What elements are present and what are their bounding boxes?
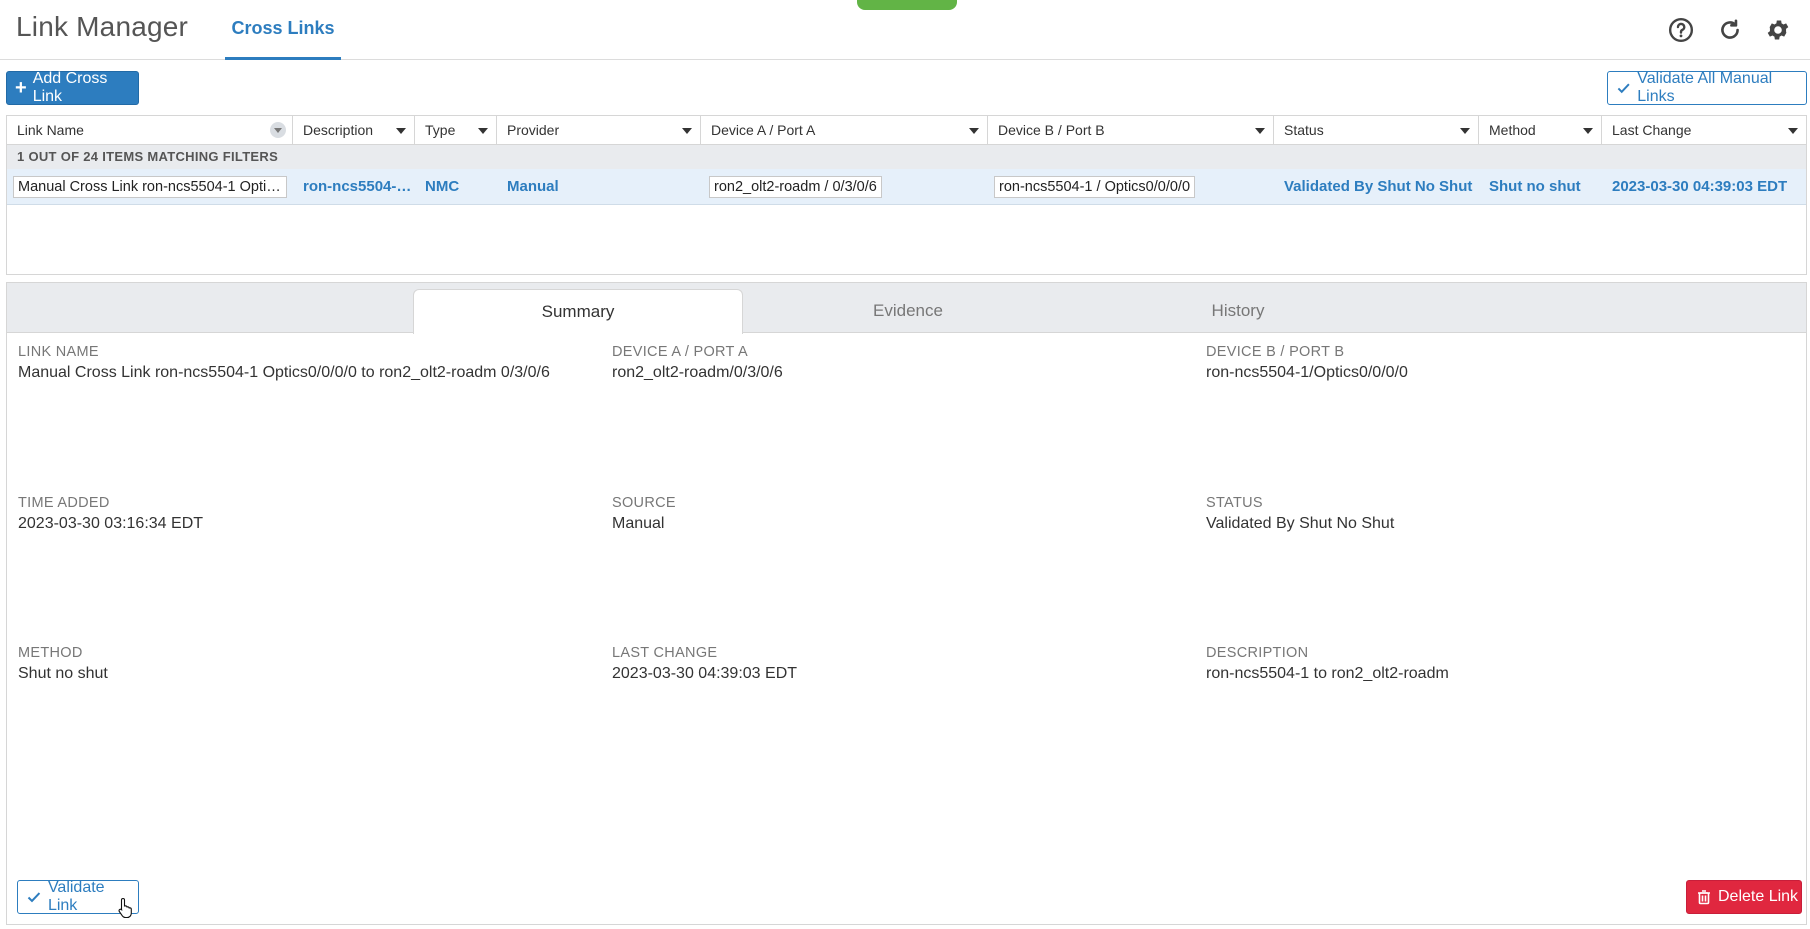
sort-caret-icon (478, 128, 488, 134)
cell-link-name[interactable]: Manual Cross Link ron-ncs5504-1 Optic… (7, 169, 293, 205)
field-value: 2023-03-30 03:16:34 EDT (18, 515, 204, 532)
column-header-provider[interactable]: Provider (497, 116, 701, 145)
tab-cross-links[interactable]: Cross Links (225, 0, 341, 60)
sort-caret-icon (1788, 128, 1798, 134)
field-description: DESCRIPTION ron-ncs5504-1 to ron2_olt2-r… (1206, 645, 1766, 683)
validate-all-manual-links-button[interactable]: Validate All Manual Links (1607, 70, 1807, 105)
add-cross-link-label: Add Cross Link (32, 70, 108, 105)
delete-link-button[interactable]: Delete Link (1686, 880, 1802, 914)
matching-filter-count: 1 OUT OF 24 ITEMS MATCHING FILTERS (7, 145, 1806, 169)
cell-last-change[interactable]: 2023-03-30 04:39:03 EDT (1602, 169, 1806, 205)
delete-link-label: Delete Link (1718, 888, 1799, 905)
sort-caret-icon (682, 128, 692, 134)
cell-device-a[interactable]: ron2_olt2-roadm / 0/3/0/6 (701, 169, 988, 205)
status-indicator (857, 0, 957, 10)
field-label: DEVICE B / PORT B (1206, 344, 1345, 360)
plus-icon: + (15, 77, 27, 99)
cell-status[interactable]: Validated By Shut No Shut (1274, 169, 1479, 205)
cell-provider[interactable]: Manual (497, 169, 701, 205)
field-value: ron-ncs5504-1 to ron2_olt2-roadm (1206, 665, 1449, 682)
column-header-last-change[interactable]: Last Change (1602, 116, 1806, 145)
column-label: Link Name (17, 122, 84, 138)
help-icon[interactable] (1663, 12, 1699, 48)
field-label: TIME ADDED (18, 495, 110, 511)
trash-icon (1698, 890, 1710, 905)
cell-description[interactable]: ron-ncs5504-… (293, 169, 415, 205)
app-title: Link Manager (16, 11, 189, 42)
sort-caret-icon (969, 128, 979, 134)
field-value: Shut no shut (18, 665, 108, 682)
sort-caret-icon (1583, 128, 1593, 134)
column-header-device-a[interactable]: Device A / Port A (701, 116, 988, 145)
field-last-change: LAST CHANGE 2023-03-30 04:39:03 EDT (612, 645, 1172, 683)
field-device-b: DEVICE B / PORT B ron-ncs5504-1/Optics0/… (1206, 344, 1766, 382)
column-header-status[interactable]: Status (1274, 116, 1479, 145)
column-label: Status (1284, 122, 1324, 138)
column-header-description[interactable]: Description (293, 116, 415, 145)
sort-caret-icon (1460, 128, 1470, 134)
field-value: 2023-03-30 04:39:03 EDT (612, 665, 798, 682)
validate-all-label: Validate All Manual Links (1637, 70, 1773, 105)
filter-icon[interactable] (270, 122, 286, 138)
column-header-type[interactable]: Type (415, 116, 497, 145)
column-label: Description (303, 122, 374, 138)
detail-panel: Summary Evidence History LINK NAME Manua… (6, 282, 1807, 925)
column-label: Device B / Port B (998, 122, 1105, 138)
field-label: DESCRIPTION (1206, 645, 1309, 661)
tab-evidence[interactable]: Evidence (743, 289, 1073, 333)
gear-icon[interactable] (1760, 12, 1796, 48)
field-label: DEVICE A / PORT A (612, 344, 748, 360)
table-header: Link Name Description Type Provider Devi… (7, 116, 1806, 145)
field-value: Manual Cross Link ron-ncs5504-1 Optics0/… (18, 364, 550, 381)
device-b-value: ron-ncs5504-1 / Optics0/0/0/0 (994, 176, 1196, 199)
column-header-method[interactable]: Method (1479, 116, 1602, 145)
refresh-icon[interactable] (1712, 12, 1748, 48)
detail-tabs: Summary Evidence History (7, 283, 1806, 334)
tab-history[interactable]: History (1073, 289, 1403, 333)
app-header: Link Manager Cross Links (0, 0, 1810, 60)
check-icon (1617, 83, 1630, 94)
sort-caret-icon (396, 128, 406, 134)
column-label: Method (1489, 122, 1536, 138)
column-label: Provider (507, 122, 560, 138)
link-name-value: Manual Cross Link ron-ncs5504-1 Optic… (13, 176, 287, 199)
sort-caret-icon (1255, 128, 1265, 134)
cross-links-table: Link Name Description Type Provider Devi… (6, 115, 1807, 275)
field-label: SOURCE (612, 495, 676, 511)
field-device-a: DEVICE A / PORT A ron2_olt2-roadm/0/3/0/… (612, 344, 1172, 382)
field-value: Validated By Shut No Shut (1206, 515, 1395, 532)
column-label: Type (425, 122, 456, 138)
column-header-device-b[interactable]: Device B / Port B (988, 116, 1274, 145)
column-header-link-name[interactable]: Link Name (7, 116, 293, 145)
field-method: METHOD Shut no shut (18, 645, 578, 683)
field-value: ron2_olt2-roadm/0/3/0/6 (612, 364, 783, 381)
field-link-name: LINK NAME Manual Cross Link ron-ncs5504-… (18, 344, 578, 382)
tab-summary[interactable]: Summary (413, 289, 743, 334)
table-row[interactable]: Manual Cross Link ron-ncs5504-1 Optic… r… (7, 169, 1806, 205)
hand-cursor-icon (118, 897, 132, 919)
field-status: STATUS Validated By Shut No Shut (1206, 495, 1766, 533)
field-label: METHOD (18, 645, 83, 661)
check-icon (27, 892, 41, 903)
field-value: ron-ncs5504-1/Optics0/0/0/0 (1206, 364, 1408, 381)
field-source: SOURCE Manual (612, 495, 1172, 533)
field-value: Manual (612, 515, 665, 532)
column-label: Device A / Port A (711, 122, 816, 138)
cell-device-b[interactable]: ron-ncs5504-1 / Optics0/0/0/0 (988, 169, 1274, 205)
field-time-added: TIME ADDED 2023-03-30 03:16:34 EDT (18, 495, 578, 533)
field-label: LAST CHANGE (612, 645, 718, 661)
cell-type[interactable]: NMC (415, 169, 497, 205)
device-a-value: ron2_olt2-roadm / 0/3/0/6 (709, 176, 882, 199)
add-cross-link-button[interactable]: + Add Cross Link (6, 70, 139, 105)
field-label: STATUS (1206, 495, 1263, 511)
field-label: LINK NAME (18, 344, 99, 360)
cell-method[interactable]: Shut no shut (1479, 169, 1602, 205)
column-label: Last Change (1612, 122, 1692, 138)
